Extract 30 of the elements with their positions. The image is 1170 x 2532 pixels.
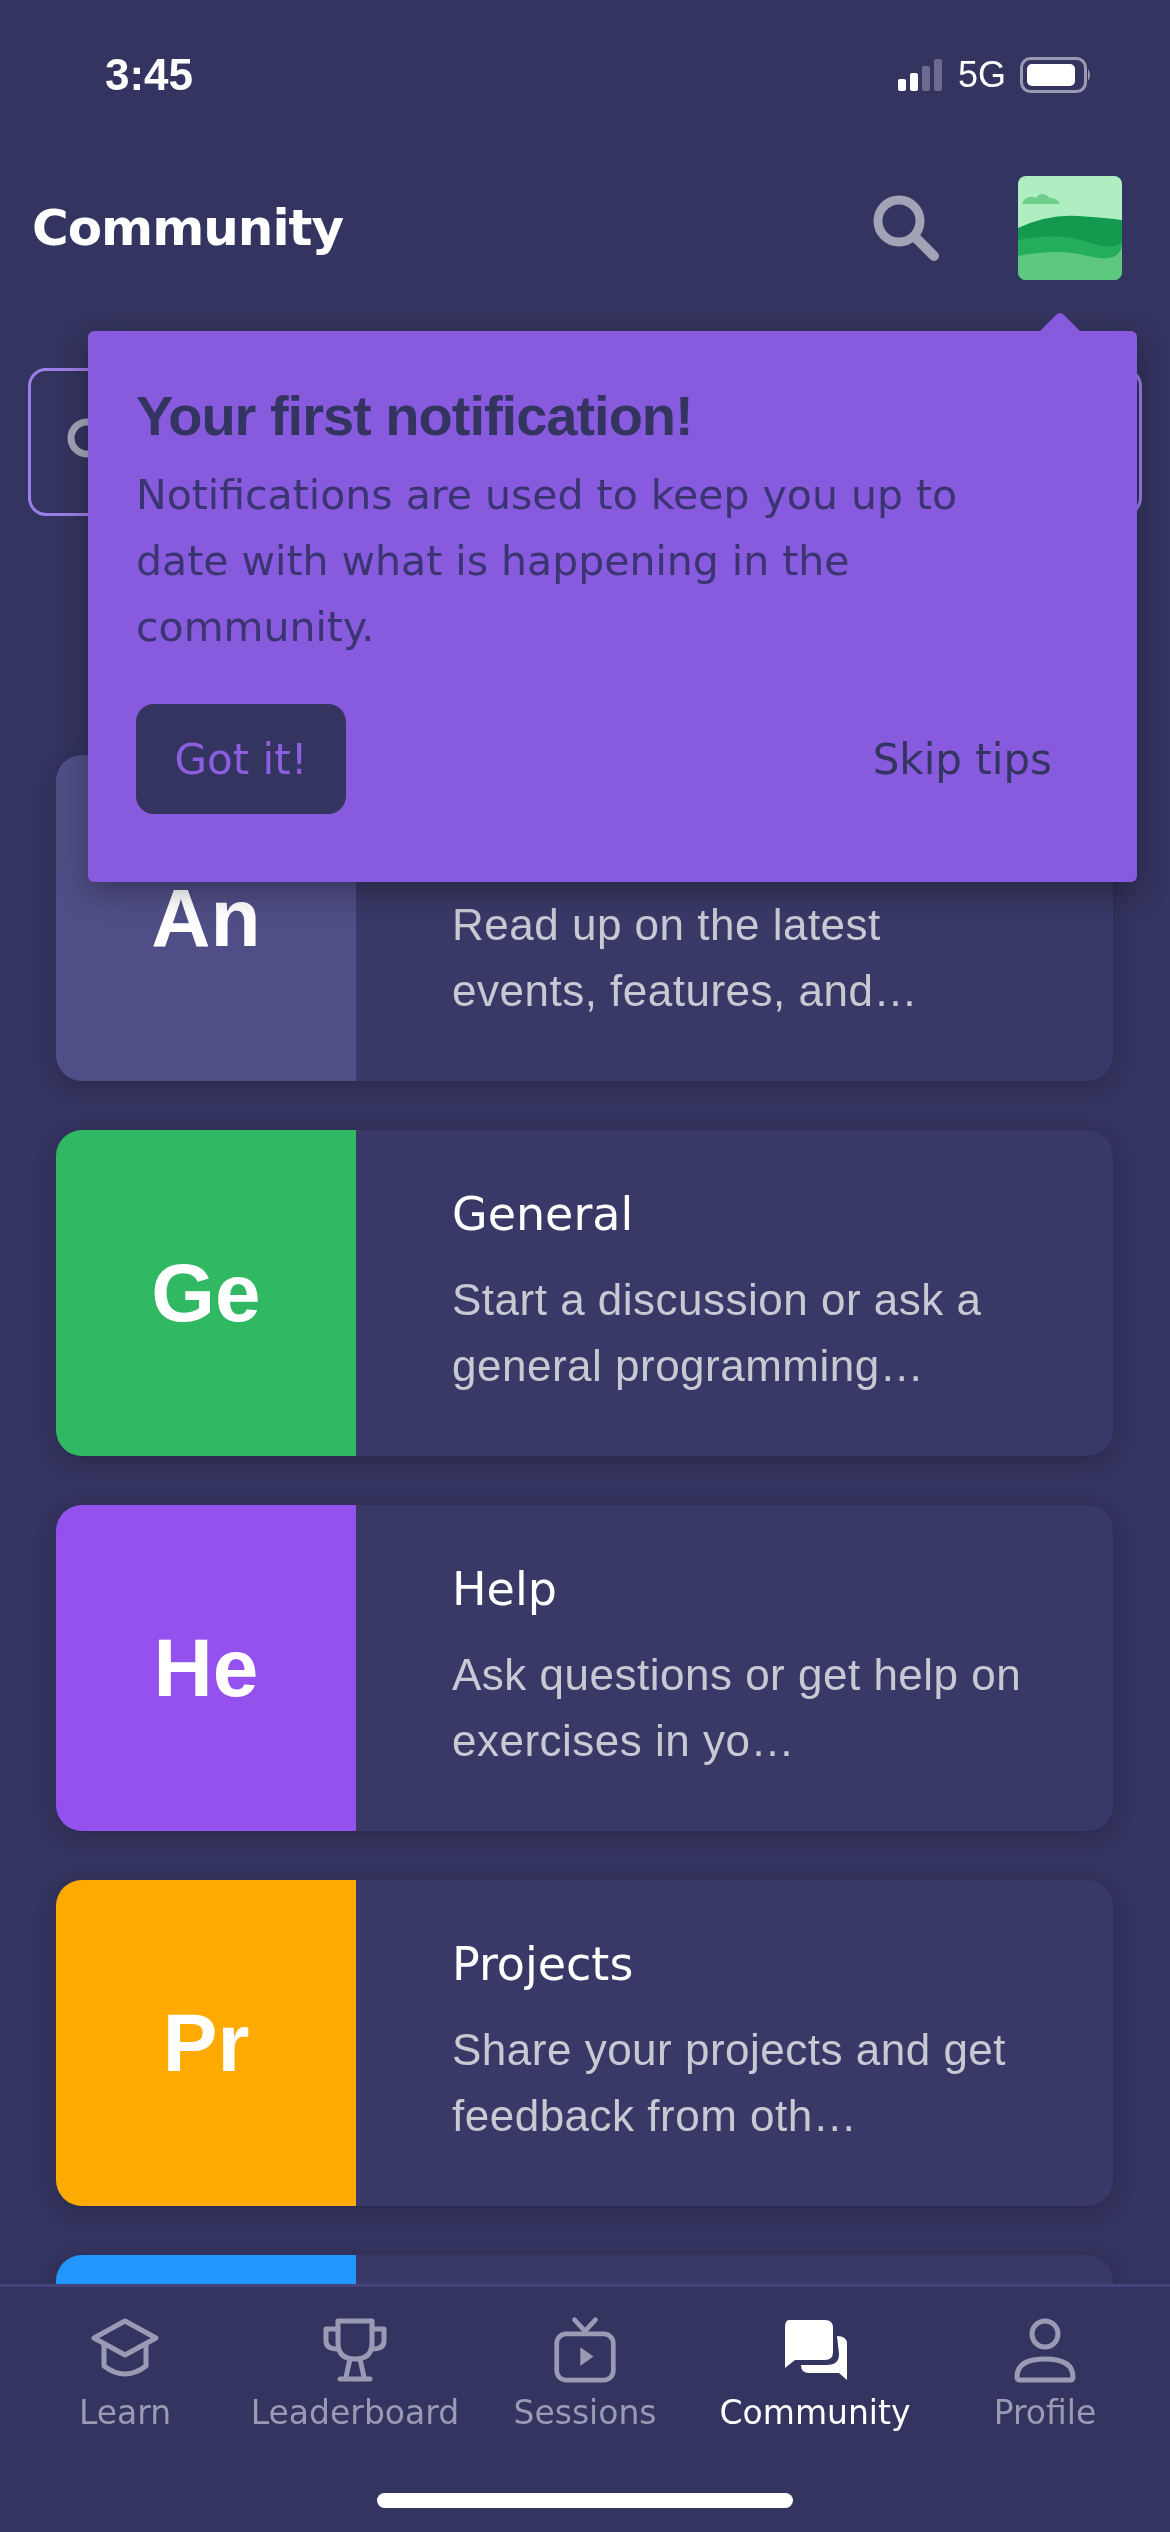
forum-title: General — [452, 1187, 635, 1241]
status-time: 3:45 — [105, 50, 194, 100]
tv-play-icon — [552, 2317, 618, 2383]
search-icon[interactable] — [872, 194, 940, 262]
network-label: 5G — [957, 54, 1006, 96]
tooltip-text: Notifications are used to keep you up to date with what is happening in the community. — [136, 470, 959, 653]
forum-card[interactable]: Pr Projects Share your projects and get feedback from oth… — [56, 1880, 1113, 2206]
forum-description: Read up on the latest events, features, and… — [452, 899, 919, 1017]
forum-description: Share your projects and get feedback from oth… — [452, 2024, 1008, 2142]
person-icon — [1012, 2317, 1078, 2383]
forum-description: Ask questions or get help on exercises in yo… — [452, 1649, 1023, 1767]
page-title: Community — [32, 199, 345, 257]
forum-abbreviation: An — [151, 871, 261, 965]
tab-item[interactable]: Community — [710, 2317, 920, 2432]
forum-card[interactable]: Ge General Start a discussion or ask a general programming… — [56, 1130, 1113, 1456]
tab-item[interactable]: Learn — [20, 2317, 230, 2432]
tab-item[interactable]: Profile — [940, 2317, 1150, 2432]
forum-abbreviation: He — [153, 1621, 259, 1715]
signal-icon — [897, 59, 944, 91]
tooltip-title: Your first notification! — [136, 383, 694, 448]
got-it-button[interactable]: Got it! — [136, 704, 346, 814]
forum-title: Help — [452, 1562, 558, 1616]
battery-icon — [1020, 57, 1092, 93]
forum-abbreviation: Ge — [151, 1246, 261, 1340]
forum-abbreviation: Pr — [162, 1996, 250, 2090]
forum-description: Start a discussion or ask a general programming… — [452, 1274, 983, 1392]
forum-title: Projects — [452, 1937, 635, 1991]
forum-card[interactable]: He Help Ask questions or get help on exercises in yo… — [56, 1505, 1113, 1831]
tab-item[interactable]: Leaderboard — [250, 2317, 460, 2432]
tab-item[interactable]: Sessions — [480, 2317, 690, 2432]
